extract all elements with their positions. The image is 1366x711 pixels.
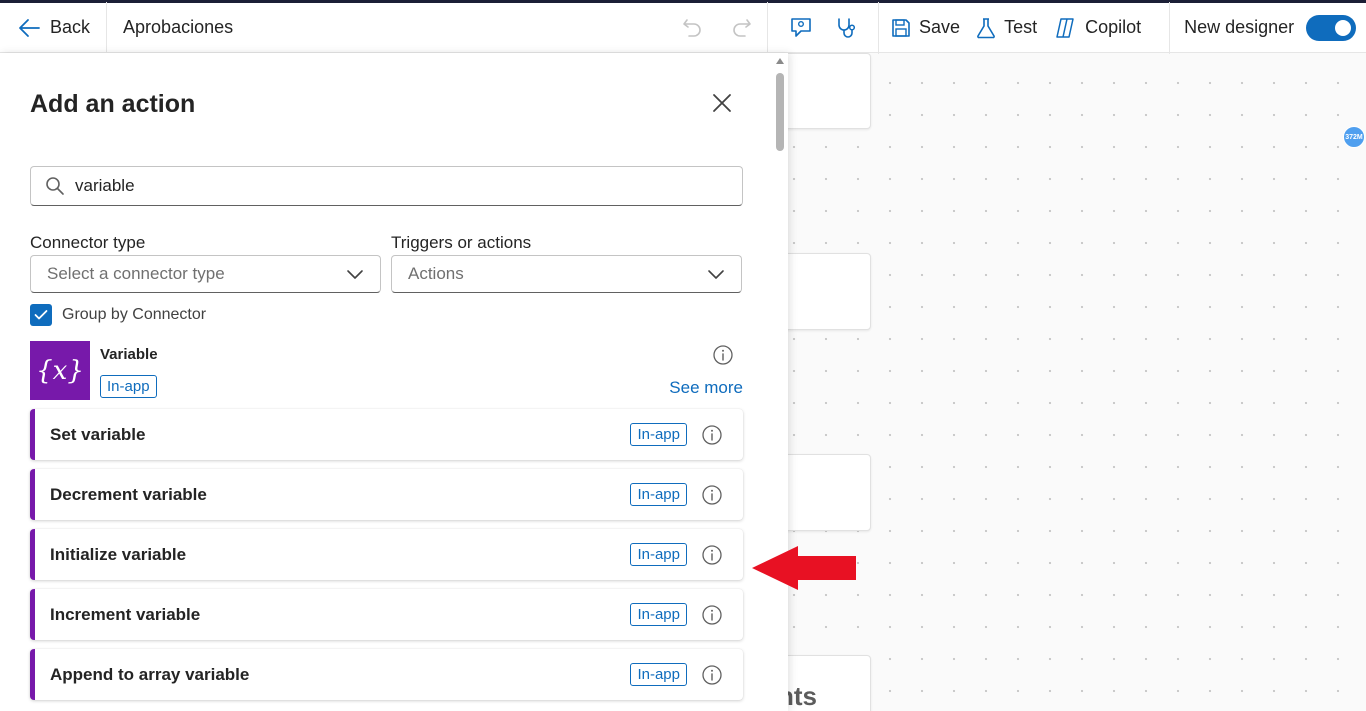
panel-title: Add an action: [30, 90, 196, 118]
new-designer-label: New designer: [1184, 17, 1295, 37]
flow-name[interactable]: Aprobaciones: [107, 3, 667, 52]
add-action-panel: Add an action Connector type Select a co…: [0, 53, 788, 711]
in-app-badge: In-app: [630, 603, 687, 626]
chevron-down-icon: [708, 270, 724, 279]
search-input[interactable]: [75, 176, 715, 196]
flow-checker-icon[interactable]: [834, 16, 858, 40]
variable-connector-logo[interactable]: {x}: [30, 341, 90, 400]
beaker-icon: [977, 17, 995, 38]
back-button[interactable]: Back: [0, 3, 106, 52]
triggers-actions-dropdown[interactable]: Actions: [391, 255, 742, 293]
checkmark-icon: [34, 310, 48, 320]
action-item-initialize-variable[interactable]: Initialize variable In-app: [30, 529, 743, 580]
copilot-button[interactable]: Copilot: [1053, 17, 1141, 39]
action-item-decrement-variable[interactable]: Decrement variable In-app: [30, 469, 743, 520]
triggers-actions-value: Actions: [408, 264, 464, 283]
annotation-arrow-icon: [752, 546, 856, 590]
action-item-increment-variable[interactable]: Increment variable In-app: [30, 589, 743, 640]
flow-actions: Save Test Copilot: [879, 3, 1169, 52]
copilot-label: Copilot: [1085, 17, 1142, 37]
action-info-button[interactable]: [701, 544, 723, 566]
scrollbar-thumb[interactable]: [776, 73, 784, 151]
test-button[interactable]: Test: [976, 17, 1037, 39]
connector-badge: In-app: [100, 375, 157, 398]
save-icon: [892, 18, 910, 37]
triggers-actions-label: Triggers or actions: [391, 233, 532, 252]
action-label: Increment variable: [50, 604, 201, 624]
in-app-badge: In-app: [630, 483, 687, 506]
info-icon: [702, 544, 722, 565]
chevron-down-icon: [347, 270, 363, 279]
connector-type-placeholder: Select a connector type: [47, 264, 225, 283]
canvas-zoom-bubble[interactable]: 372M: [1343, 126, 1365, 148]
action-info-button[interactable]: [701, 664, 723, 686]
save-label: Save: [919, 17, 961, 37]
undo-icon[interactable]: [681, 17, 703, 39]
in-app-badge: In-app: [630, 543, 687, 566]
action-label: Initialize variable: [50, 544, 187, 564]
checker-group: [768, 3, 878, 52]
connector-type-dropdown[interactable]: Select a connector type: [30, 255, 381, 293]
arrow-left-icon: [19, 18, 40, 37]
group-by-connector-checkbox[interactable]: [30, 304, 52, 326]
redo-icon[interactable]: [731, 17, 753, 39]
in-app-badge: In-app: [630, 423, 687, 446]
action-label: Set variable: [50, 424, 146, 444]
comments-icon[interactable]: [789, 16, 813, 40]
action-info-button[interactable]: [701, 424, 723, 446]
new-designer-toggle[interactable]: [1306, 14, 1357, 41]
action-item-set-variable[interactable]: Set variable In-app: [30, 409, 743, 460]
see-more-link[interactable]: See more: [669, 378, 743, 398]
search-field[interactable]: [30, 166, 743, 206]
info-icon: [702, 604, 722, 625]
action-item-append-to-array-variable[interactable]: Append to array variable In-app: [30, 649, 743, 700]
connector-header-variable: {x} Variable In-app See more: [30, 341, 743, 401]
info-icon: [713, 345, 733, 365]
action-label: Append to array variable: [50, 664, 250, 684]
connector-name: Variable: [100, 346, 158, 363]
test-label: Test: [1004, 17, 1038, 37]
copilot-icon: [1056, 17, 1074, 38]
info-icon: [702, 484, 722, 505]
group-by-connector-label: Group by Connector: [62, 306, 207, 323]
action-list: Set variable In-app Decrement variable I…: [30, 409, 743, 709]
connector-type-label: Connector type: [30, 233, 146, 252]
action-info-button[interactable]: [701, 484, 723, 506]
search-icon: [46, 177, 64, 195]
action-label: Decrement variable: [50, 484, 207, 504]
new-designer-toggle-group: New designer: [1170, 3, 1357, 52]
action-info-button[interactable]: [701, 604, 723, 626]
back-label: Back: [50, 17, 91, 37]
info-icon: [702, 664, 722, 685]
connector-info-button[interactable]: [712, 344, 734, 371]
undo-redo-group: [667, 3, 767, 52]
in-app-badge: In-app: [630, 663, 687, 686]
top-bar: Back Aprobaciones Save Test Copilot New …: [0, 0, 1366, 54]
scroll-up-arrow-icon[interactable]: [776, 58, 784, 64]
panel-scrollbar[interactable]: [773, 53, 788, 711]
info-icon: [702, 424, 722, 445]
close-panel-button[interactable]: [710, 91, 734, 115]
group-by-connector-row[interactable]: Group by Connector: [30, 304, 206, 326]
save-button[interactable]: Save: [891, 17, 960, 38]
close-icon: [713, 94, 731, 112]
